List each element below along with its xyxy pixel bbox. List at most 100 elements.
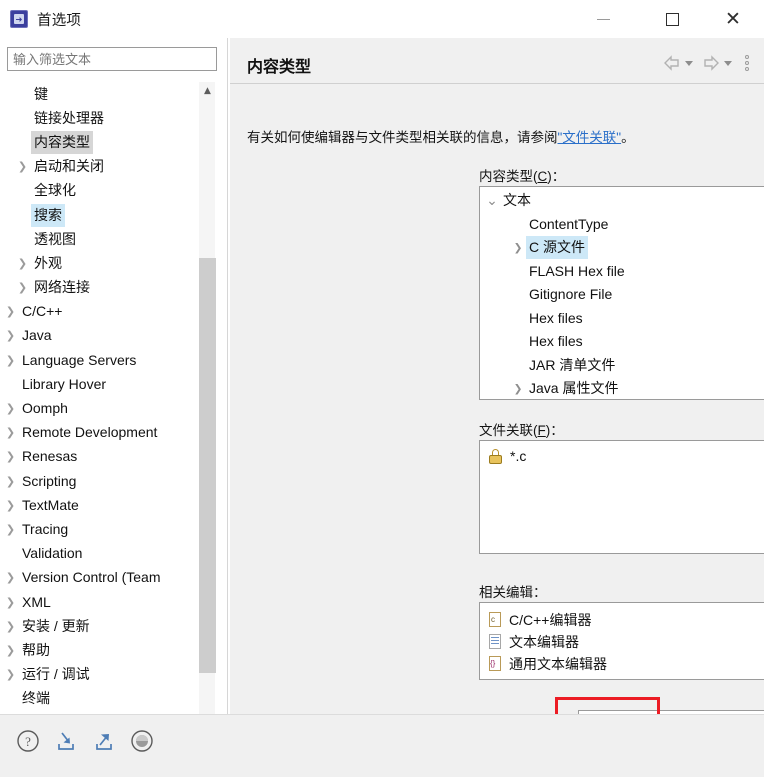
content-type-row-8[interactable]: ❯ Java 属性文件: [480, 377, 764, 399]
minimize-button[interactable]: [580, 0, 626, 38]
sidebar-item-10[interactable]: ❯ Java: [0, 324, 198, 348]
sidebar-item-8[interactable]: ❯ 网络连接: [0, 276, 198, 300]
sidebar-item-22[interactable]: ❯ 安装 / 更新: [0, 614, 198, 638]
sidebar-item-23[interactable]: ❯ 帮助: [0, 638, 198, 662]
sidebar-item-label: Validation: [22, 545, 83, 562]
related-editor-row-0[interactable]: C/C++编辑器: [488, 609, 607, 631]
file-associations-list[interactable]: *.c: [479, 440, 764, 554]
list-item[interactable]: *.c: [488, 448, 526, 464]
sidebar-item-3[interactable]: ❯ 启动和关闭: [0, 155, 198, 179]
sidebar-vertical-scrollbar[interactable]: ▲ ▼: [198, 82, 216, 726]
back-arrow-icon[interactable]: [662, 54, 682, 72]
sidebar-item-17[interactable]: ❯ TextMate: [0, 493, 198, 517]
chevron-right-icon[interactable]: ❯: [2, 305, 19, 318]
sidebar-item-9[interactable]: ❯ C/C++: [0, 300, 198, 324]
content-type-label: Gitignore File: [529, 286, 613, 303]
related-editor-row-2[interactable]: 通用文本编辑器: [488, 653, 607, 675]
content-type-row-2[interactable]: ❯ C 源文件: [480, 236, 764, 260]
sidebar-item-11[interactable]: ❯ Language Servers: [0, 348, 198, 372]
record-icon[interactable]: [128, 727, 156, 755]
forward-history-chevron-down-icon[interactable]: [724, 60, 732, 66]
sidebar-item-20[interactable]: ❯ Version Control (Team: [0, 566, 198, 590]
chevron-right-icon[interactable]: ❯: [2, 523, 19, 536]
minimize-icon: [596, 18, 610, 20]
preferences-app-icon: [10, 10, 28, 28]
content-type-label: Hex files: [529, 333, 583, 350]
sidebar-item-label: 全球化: [34, 182, 76, 199]
chevron-right-icon[interactable]: ❯: [2, 402, 19, 415]
back-history-chevron-down-icon[interactable]: [685, 60, 693, 66]
sidebar-item-24[interactable]: ❯ 运行 / 调试: [0, 663, 198, 687]
maximize-button[interactable]: [649, 0, 695, 38]
lock-icon: [488, 448, 503, 464]
content-type-row-1[interactable]: ContentType: [480, 213, 764, 237]
sidebar-item-label: 终端: [22, 690, 50, 707]
content-type-row-0[interactable]: ⌄ 文本: [480, 189, 764, 213]
sidebar-item-19[interactable]: Validation: [0, 542, 198, 566]
content-type-row-3[interactable]: FLASH Hex file: [480, 260, 764, 284]
sidebar-item-6[interactable]: 透视图: [0, 227, 198, 251]
content-type-row-5[interactable]: Hex files: [480, 307, 764, 331]
chevron-right-icon[interactable]: ❯: [14, 281, 31, 294]
pane-divider[interactable]: [227, 38, 228, 714]
import-icon[interactable]: [52, 727, 80, 755]
chevron-right-icon[interactable]: ❯: [2, 499, 19, 512]
chevron-right-icon[interactable]: ❯: [510, 242, 526, 254]
chevron-right-icon[interactable]: ❯: [14, 160, 31, 173]
chevron-right-icon[interactable]: ❯: [2, 475, 19, 488]
preferences-tree[interactable]: 键链接处理器 内容类型 ❯ 启动和关闭 全球化 搜索 透视图 ❯ 外观 ❯ 网络连接 ❯ C/C++ ❯ J…: [0, 82, 198, 726]
sidebar-item-14[interactable]: ❯ Remote Development: [0, 421, 198, 445]
export-icon[interactable]: [90, 727, 118, 755]
sidebar-item-1[interactable]: 链接处理器: [0, 106, 198, 130]
preferences-dialog: 首选项 ✕ 键链接处理器内容类型❯启动和关闭全球化搜索透视图❯外观❯网络连接❯C…: [0, 0, 764, 777]
sidebar-item-25[interactable]: 终端: [0, 687, 198, 711]
sidebar-item-7[interactable]: ❯ 外观: [0, 251, 198, 275]
sidebar-item-18[interactable]: ❯ Tracing: [0, 517, 198, 541]
sidebar-item-16[interactable]: ❯ Scripting: [0, 469, 198, 493]
help-icon[interactable]: ?: [14, 727, 42, 755]
chevron-right-icon[interactable]: ❯: [2, 354, 19, 367]
sidebar-item-13[interactable]: ❯ Oomph: [0, 396, 198, 420]
chevron-right-icon[interactable]: ❯: [14, 257, 31, 270]
chevron-right-icon[interactable]: ❯: [510, 383, 526, 395]
content-type-row-7[interactable]: JAR 清单文件: [480, 354, 764, 378]
sidebar-item-5[interactable]: 搜索: [0, 203, 198, 227]
sidebar-scrollbar-thumb[interactable]: [199, 258, 216, 673]
sidebar-item-label: 透视图: [34, 230, 76, 247]
related-editors-label: 相关编辑：: [479, 585, 547, 600]
related-editors-rows: C/C++编辑器文本编辑器通用文本编辑器: [488, 609, 607, 675]
chevron-right-icon[interactable]: ❯: [2, 426, 19, 439]
close-button[interactable]: ✕: [710, 0, 756, 38]
chevron-right-icon[interactable]: ❯: [2, 596, 19, 609]
scroll-up-icon[interactable]: ▲: [199, 82, 216, 99]
related-editors-list[interactable]: C/C++编辑器文本编辑器通用文本编辑器: [479, 602, 764, 680]
content-type-label: ContentType: [529, 215, 609, 232]
sidebar-item-12[interactable]: Library Hover: [0, 372, 198, 396]
content-types-label-mnemonic: C: [537, 169, 548, 184]
chevron-right-icon[interactable]: ❯: [2, 450, 19, 463]
file-association-value: *.c: [510, 448, 527, 464]
related-editor-label: 文本编辑器: [509, 634, 579, 650]
chevron-right-icon[interactable]: ❯: [2, 644, 19, 657]
chevron-right-icon[interactable]: ❯: [2, 620, 19, 633]
sidebar-item-4[interactable]: 全球化: [0, 179, 198, 203]
content-types-list[interactable]: ⌄ 文本 ContentType ❯ C 源文件 FLASH Hex file Gitign…: [479, 186, 764, 400]
chevron-right-icon[interactable]: ❯: [2, 571, 19, 584]
more-vertical-icon[interactable]: [740, 53, 754, 73]
chevron-right-icon[interactable]: ❯: [2, 668, 19, 681]
sidebar-item-0[interactable]: 键: [0, 82, 198, 106]
content-type-row-4[interactable]: Gitignore File: [480, 283, 764, 307]
sidebar-item-15[interactable]: ❯ Renesas: [0, 445, 198, 469]
sidebar-item-21[interactable]: ❯ XML: [0, 590, 198, 614]
chevron-right-icon[interactable]: ❯: [2, 329, 19, 342]
content-type-row-6[interactable]: Hex files: [480, 330, 764, 354]
sidebar-item-label: XML: [22, 593, 51, 610]
forward-arrow-icon[interactable]: [701, 54, 721, 72]
related-editor-row-1[interactable]: 文本编辑器: [488, 631, 607, 653]
filter-input[interactable]: [7, 47, 217, 71]
navigation-toolbar: [662, 52, 754, 74]
sidebar-item-label: 网络连接: [34, 279, 90, 296]
sidebar-item-2[interactable]: 内容类型: [0, 130, 198, 154]
chevron-down-icon[interactable]: ⌄: [484, 194, 500, 208]
file-associations-link[interactable]: "文件关联": [558, 130, 622, 145]
